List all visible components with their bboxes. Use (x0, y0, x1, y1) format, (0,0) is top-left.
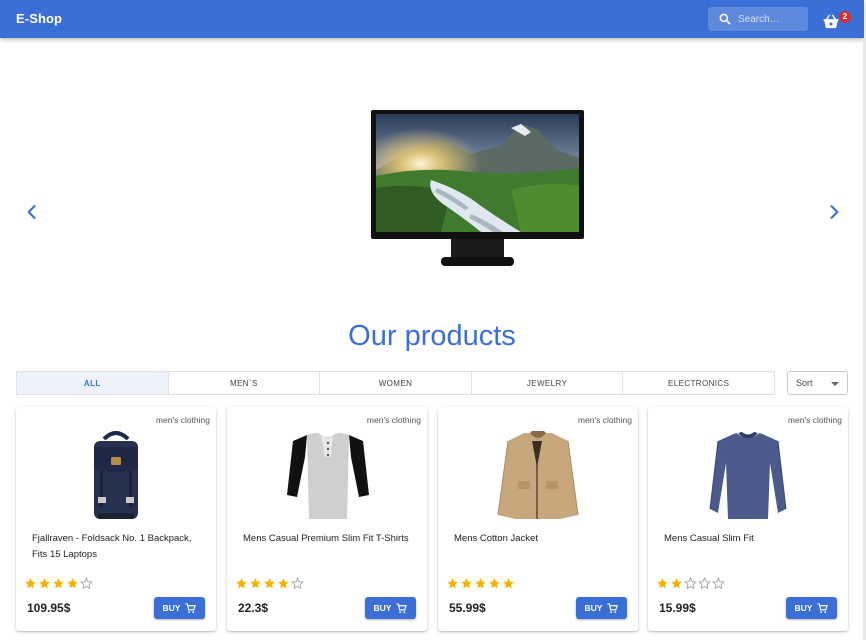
buy-label: BUY (794, 603, 813, 613)
product-price: 22.3$ (238, 601, 269, 615)
product-card[interactable]: men's clothing Mens Cotton Jacket 55.99$… (438, 407, 638, 631)
star-filled-icon (236, 578, 247, 589)
buy-label: BUY (162, 603, 181, 613)
star-filled-icon (657, 578, 668, 589)
product-card[interactable]: men's clothing Fjallraven - Foldsack No.… (16, 407, 216, 631)
product-name[interactable]: Mens Casual Slim Fit (664, 531, 840, 547)
star-filled-icon (489, 578, 500, 589)
star-empty-icon (291, 577, 304, 590)
star-filled-icon (264, 578, 275, 589)
tab-mens[interactable]: MEN`S (169, 372, 321, 394)
buy-label: BUY (373, 603, 392, 613)
star-empty-icon (698, 577, 711, 590)
tab-jewelry[interactable]: JEWELRY (472, 372, 624, 394)
star-filled-icon (25, 578, 36, 589)
caret-down-icon (831, 382, 839, 386)
cart-icon (185, 602, 197, 613)
star-filled-icon (503, 578, 514, 589)
search-icon (719, 13, 731, 25)
product-category: men's clothing (577, 415, 632, 425)
cart-icon (396, 602, 408, 613)
rating-stars (656, 577, 725, 590)
search-input[interactable] (738, 13, 808, 25)
product-name[interactable]: Mens Cotton Jacket (454, 531, 630, 547)
rating-stars (235, 577, 304, 590)
sort-select[interactable]: Sort (787, 371, 848, 395)
product-category: men's clothing (787, 415, 842, 425)
product-price: 15.99$ (659, 601, 696, 615)
product-name[interactable]: Mens Casual Premium Slim Fit T-Shirts (243, 531, 419, 547)
star-filled-icon (278, 578, 289, 589)
star-filled-icon (671, 578, 682, 589)
cart-icon (817, 602, 829, 613)
brand-logo[interactable]: E-Shop (16, 11, 62, 26)
backpack-image (94, 431, 138, 519)
star-filled-icon (461, 578, 472, 589)
cart-icon (607, 602, 619, 613)
chevron-right-icon[interactable] (824, 202, 844, 222)
product-price: 109.95$ (27, 601, 71, 615)
star-empty-icon (80, 577, 93, 590)
product-card[interactable]: men's clothing Mens Casual Slim Fit 15.9… (648, 407, 848, 631)
star-filled-icon (39, 578, 50, 589)
product-name[interactable]: Fjallraven - Foldsack No. 1 Backpack, Fi… (32, 531, 208, 563)
sort-label: Sort (796, 378, 813, 388)
star-filled-icon (53, 578, 64, 589)
star-empty-icon (684, 577, 697, 590)
app-bar: E-Shop 2 (0, 0, 864, 38)
app-root: E-Shop 2 (0, 0, 866, 640)
cotton-jacket-image (497, 431, 579, 519)
buy-button[interactable]: BUY (365, 597, 416, 619)
raglan-tshirt-image (287, 433, 369, 519)
category-tabs: ALL MEN`S WOMEN JEWELRY ELECTRONICS (16, 371, 775, 395)
section-title: Our products (348, 320, 516, 352)
product-category: men's clothing (366, 415, 421, 425)
tab-electronics[interactable]: ELECTRONICS (623, 372, 774, 394)
star-filled-icon (447, 578, 458, 589)
product-price: 55.99$ (449, 601, 486, 615)
buy-button[interactable]: BUY (576, 597, 627, 619)
buy-label: BUY (584, 603, 603, 613)
rating-stars (446, 577, 515, 590)
buy-button[interactable]: BUY (786, 597, 837, 619)
search-box[interactable] (708, 7, 808, 31)
buy-button[interactable]: BUY (154, 597, 205, 619)
star-filled-icon (250, 578, 261, 589)
rating-stars (24, 577, 93, 590)
slim-fit-shirt-image (709, 432, 787, 519)
chevron-left-icon[interactable] (22, 202, 42, 222)
cart-count-badge: 2 (839, 11, 851, 23)
star-filled-icon (475, 578, 486, 589)
basket-icon[interactable] (822, 12, 840, 30)
tab-all[interactable]: ALL (17, 372, 169, 394)
monitor-slide-image (371, 110, 584, 266)
product-card[interactable]: men's clothing Mens Casual Premium Slim … (227, 407, 427, 631)
star-filled-icon (67, 578, 78, 589)
product-category: men's clothing (155, 415, 210, 425)
tab-women[interactable]: WOMEN (320, 372, 472, 394)
star-empty-icon (712, 577, 725, 590)
